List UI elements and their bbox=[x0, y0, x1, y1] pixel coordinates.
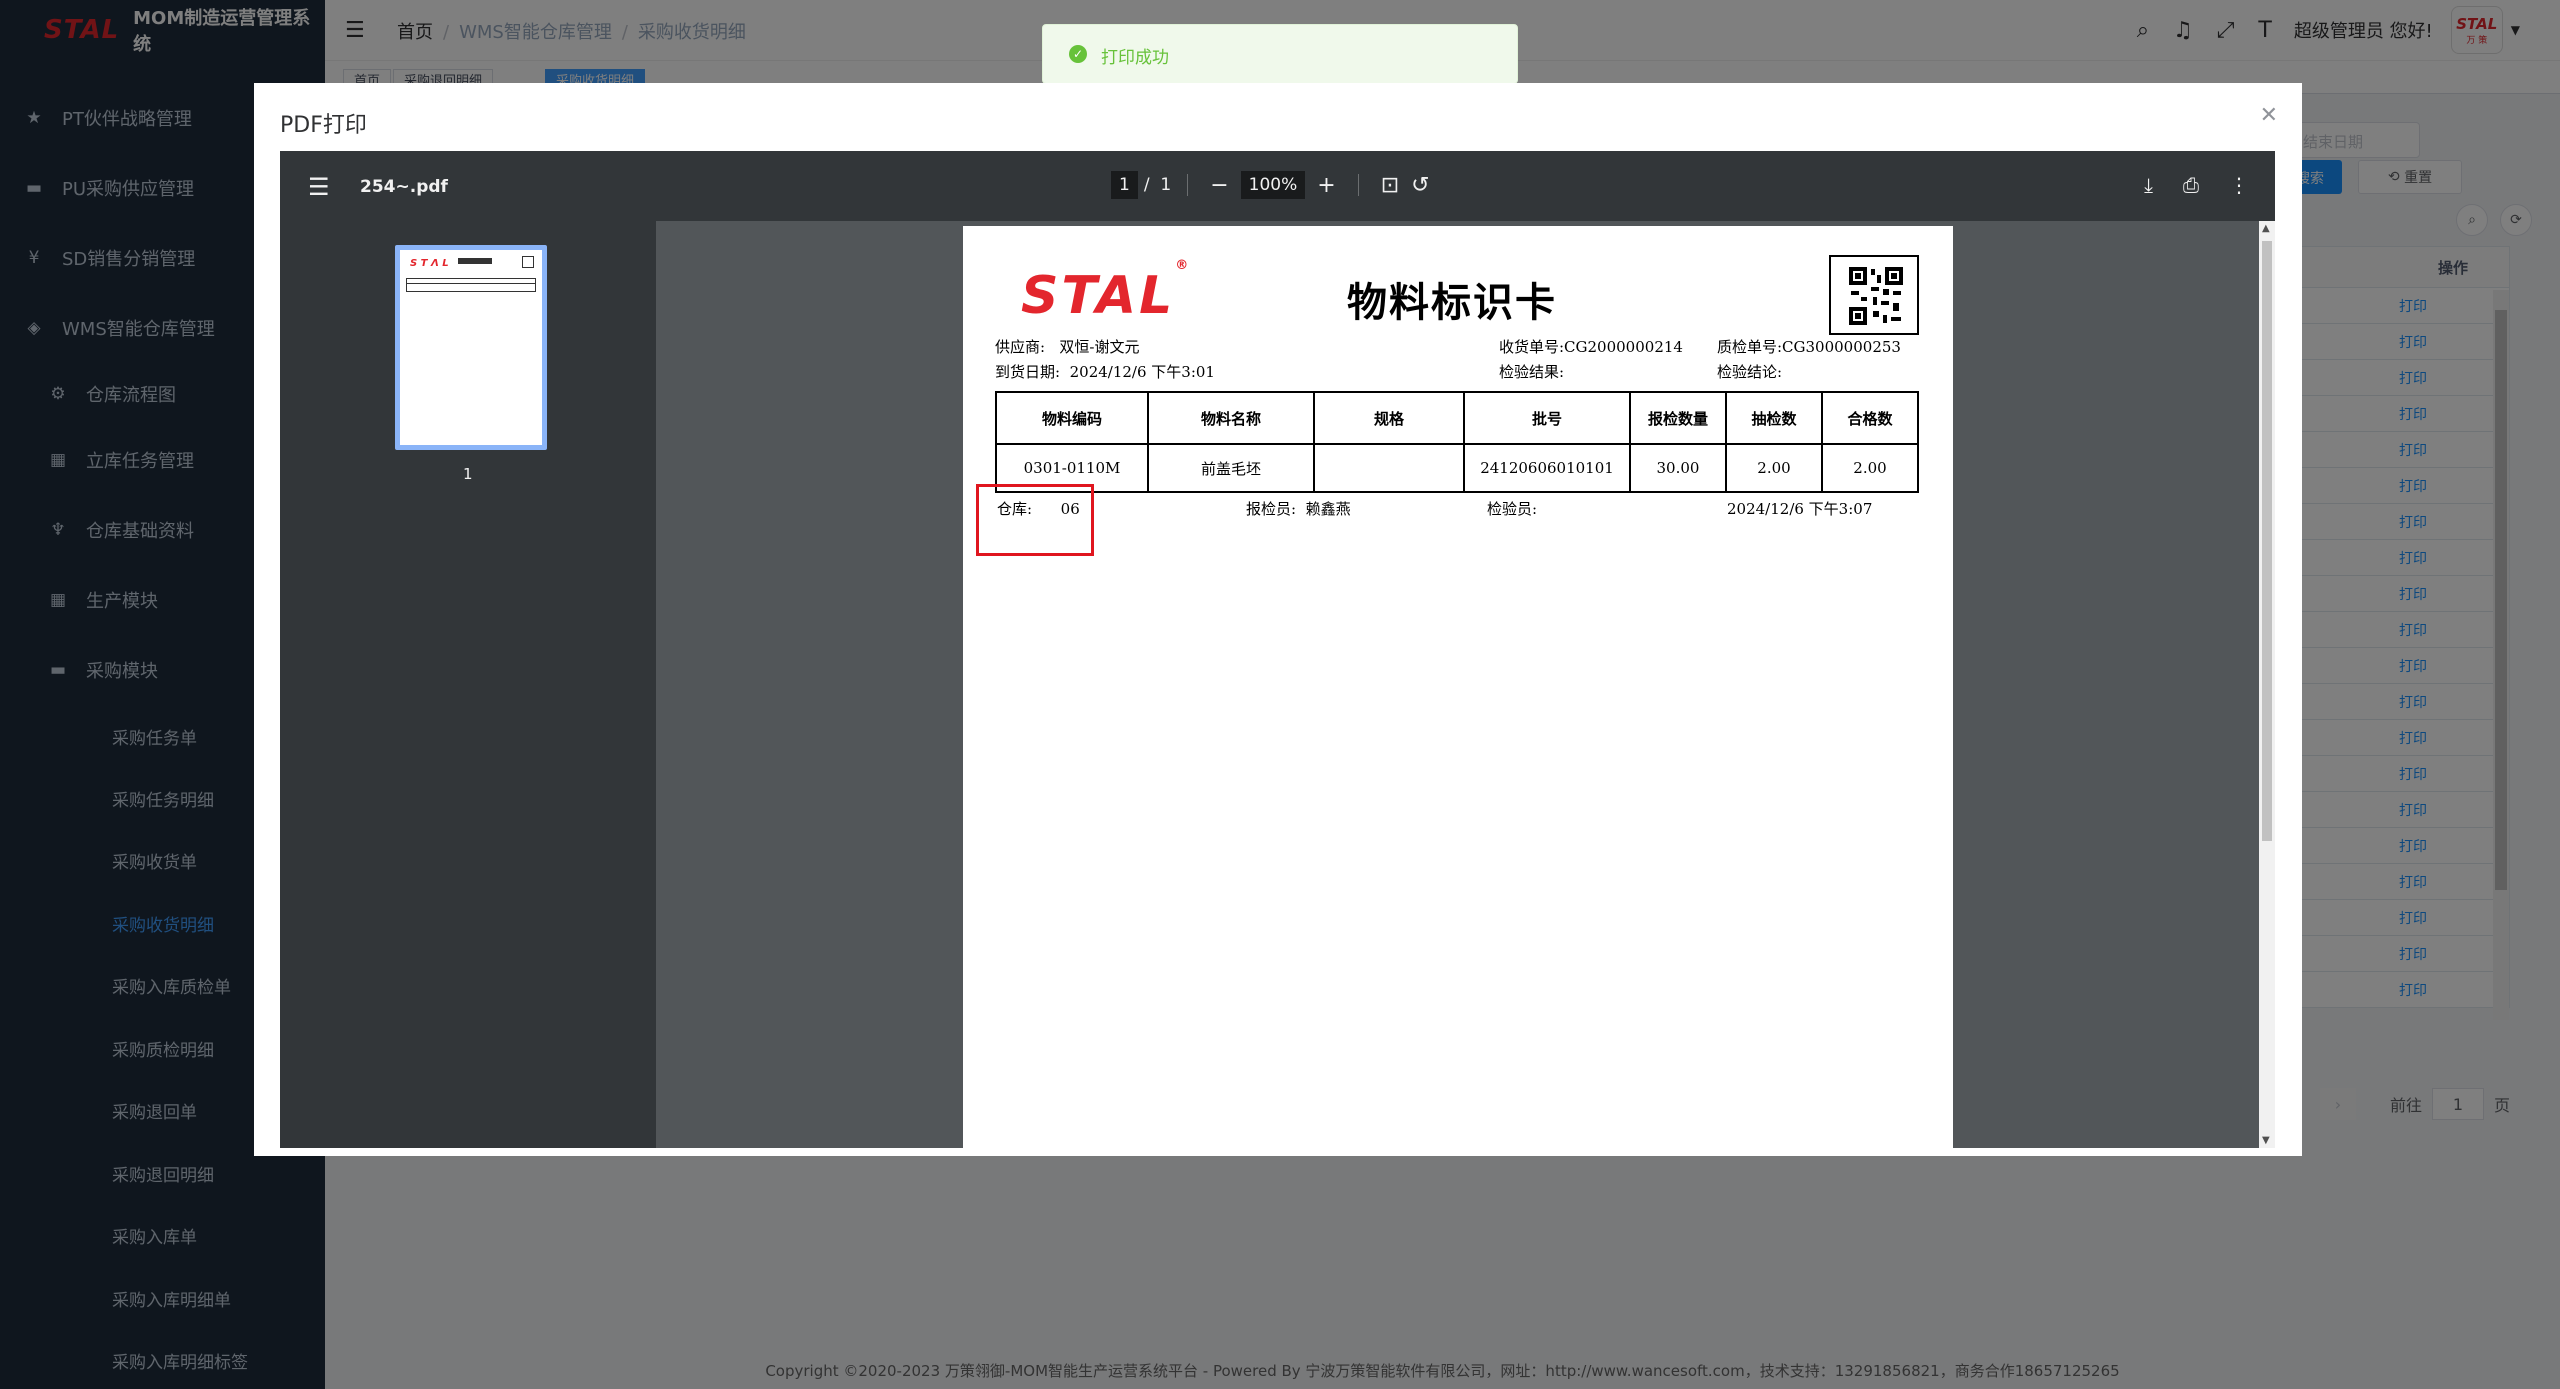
highlight-box bbox=[976, 484, 1094, 556]
cell-batch: 24120606010101 bbox=[1463, 443, 1631, 493]
dialog-title: PDF打印 bbox=[280, 113, 367, 138]
pdf-toolbar: ☰ 254~.pdf 1 / 1 − 100% + ⊡ ↺ ⤓ ⎙ ⋮ bbox=[280, 151, 2275, 221]
pdf-file-name: 254~.pdf bbox=[360, 177, 448, 197]
cell-pass-qty: 2.00 bbox=[1821, 443, 1919, 493]
print-icon[interactable]: ⎙ bbox=[2183, 173, 2199, 197]
rotate-icon[interactable]: ↺ bbox=[1411, 173, 1429, 198]
col-header: 合格数 bbox=[1821, 391, 1919, 445]
page-thumbnail[interactable]: S T Λ L bbox=[395, 245, 547, 450]
arrival-line: 到货日期: 2024/12/6 下午3:01 bbox=[995, 363, 1215, 381]
col-header: 规格 bbox=[1313, 391, 1465, 445]
success-toast: ✓ 打印成功 bbox=[1042, 24, 1518, 84]
check-circle-icon: ✓ bbox=[1069, 45, 1087, 63]
cell-sample-qty: 2.00 bbox=[1725, 443, 1823, 493]
col-header: 物料名称 bbox=[1147, 391, 1315, 445]
pdf-actions: ⤓ ⎙ ⋮ bbox=[2114, 173, 2249, 197]
inspect-result: 检验结果: bbox=[1499, 363, 1565, 381]
col-header: 物料编码 bbox=[995, 391, 1149, 445]
zoom-out-icon[interactable]: − bbox=[1210, 173, 1228, 198]
col-header: 抽检数 bbox=[1725, 391, 1823, 445]
zoom-in-icon[interactable]: + bbox=[1317, 173, 1335, 198]
table-row: 0301-0110M 前盖毛坯 24120606010101 30.00 2.0… bbox=[995, 443, 1919, 493]
page-total: 1 bbox=[1160, 175, 1172, 195]
pdf-page-controls: 1 / 1 − 100% + ⊡ ↺ bbox=[1105, 171, 1436, 199]
document-title: 物料标识卡 bbox=[1347, 280, 1557, 326]
page-number-input[interactable]: 1 bbox=[1111, 171, 1138, 199]
menu-icon[interactable]: ☰ bbox=[308, 173, 330, 201]
pdf-page-area: STAL® 物料标识卡 供应商: 双恒-谢文元 到货日期: 2024/12/6 … bbox=[656, 221, 2275, 1148]
reporter-line: 报检员: 赖鑫燕 bbox=[1246, 500, 1351, 518]
download-icon[interactable]: ⤓ bbox=[2144, 173, 2153, 197]
pdf-viewer: ☰ 254~.pdf 1 / 1 − 100% + ⊡ ↺ ⤓ ⎙ ⋮ S T … bbox=[280, 151, 2275, 1148]
pdf-print-dialog: PDF打印 ✕ ☰ 254~.pdf 1 / 1 − 100% + ⊡ ↺ ⤓ … bbox=[254, 83, 2302, 1156]
pdf-thumbnail-sidebar: S T Λ L 1 bbox=[280, 221, 656, 1148]
print-time: 2024/12/6 下午3:07 bbox=[1727, 500, 1873, 518]
cell-report-qty: 30.00 bbox=[1629, 443, 1727, 493]
qr-code-icon bbox=[1849, 267, 1903, 325]
fit-page-icon[interactable]: ⊡ bbox=[1381, 173, 1399, 198]
pdf-scrollbar[interactable]: ▲ ▼ bbox=[2259, 221, 2275, 1148]
qr-code bbox=[1829, 255, 1919, 335]
cell-spec bbox=[1313, 443, 1465, 493]
table-header-row: 物料编码 物料名称 规格 批号 报检数量 抽检数 合格数 bbox=[995, 391, 1919, 445]
toast-message: 打印成功 bbox=[1101, 48, 1169, 68]
zoom-input[interactable]: 100% bbox=[1240, 171, 1306, 199]
close-icon[interactable]: ✕ bbox=[2260, 103, 2278, 128]
inspect-conclusion: 检验结论: bbox=[1717, 363, 1783, 381]
more-vert-icon[interactable]: ⋮ bbox=[2229, 173, 2249, 197]
qc-no: 质检单号:CG3000000253 bbox=[1717, 338, 1901, 356]
pdf-page: STAL® 物料标识卡 供应商: 双恒-谢文元 到货日期: 2024/12/6 … bbox=[963, 226, 1953, 1148]
inspector-line: 检验员: bbox=[1487, 500, 1538, 518]
col-header: 报检数量 bbox=[1629, 391, 1727, 445]
supplier-line: 供应商: 双恒-谢文元 bbox=[995, 338, 1140, 356]
thumbnail-page-number: 1 bbox=[463, 465, 473, 483]
material-table: 物料编码 物料名称 规格 批号 报检数量 抽检数 合格数 0301-0110M … bbox=[995, 391, 1919, 493]
receipt-no: 收货单号:CG2000000214 bbox=[1499, 338, 1683, 356]
stal-logo: STAL® bbox=[1021, 257, 1192, 326]
col-header: 批号 bbox=[1463, 391, 1631, 445]
cell-material-name: 前盖毛坯 bbox=[1147, 443, 1315, 493]
